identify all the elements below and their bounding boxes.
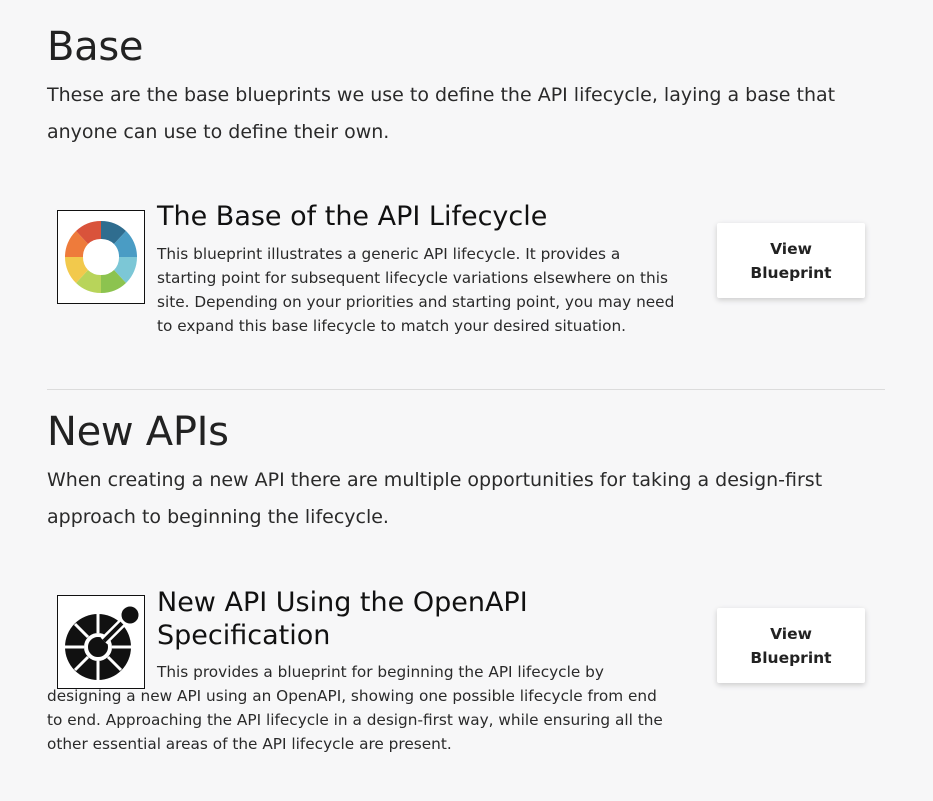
section-title: New APIs — [47, 409, 229, 455]
section-description: These are the base blueprints we use to … — [47, 84, 836, 143]
card-title[interactable]: New API Using the OpenAPI Specification — [157, 586, 577, 652]
card-description: This blueprint illustrates a generic API… — [157, 245, 675, 335]
card-title[interactable]: The Base of the API Lifecycle — [157, 200, 677, 233]
section-title: Base — [47, 24, 144, 70]
card-thumbnail[interactable] — [57, 595, 145, 689]
section-base: Base These are the base blueprints we us… — [47, 23, 885, 151]
lifecycle-cycle-diagram-icon — [64, 220, 138, 294]
section-new-apis: New APIs When creating a new API there a… — [47, 408, 885, 536]
card-thumbnail[interactable] — [57, 210, 145, 304]
section-divider — [47, 389, 885, 390]
view-blueprint-button[interactable]: View Blueprint — [717, 608, 865, 683]
openapi-logo-icon — [65, 603, 140, 680]
section-description: When creating a new API there are multip… — [47, 469, 823, 528]
view-blueprint-button[interactable]: View Blueprint — [717, 223, 865, 298]
